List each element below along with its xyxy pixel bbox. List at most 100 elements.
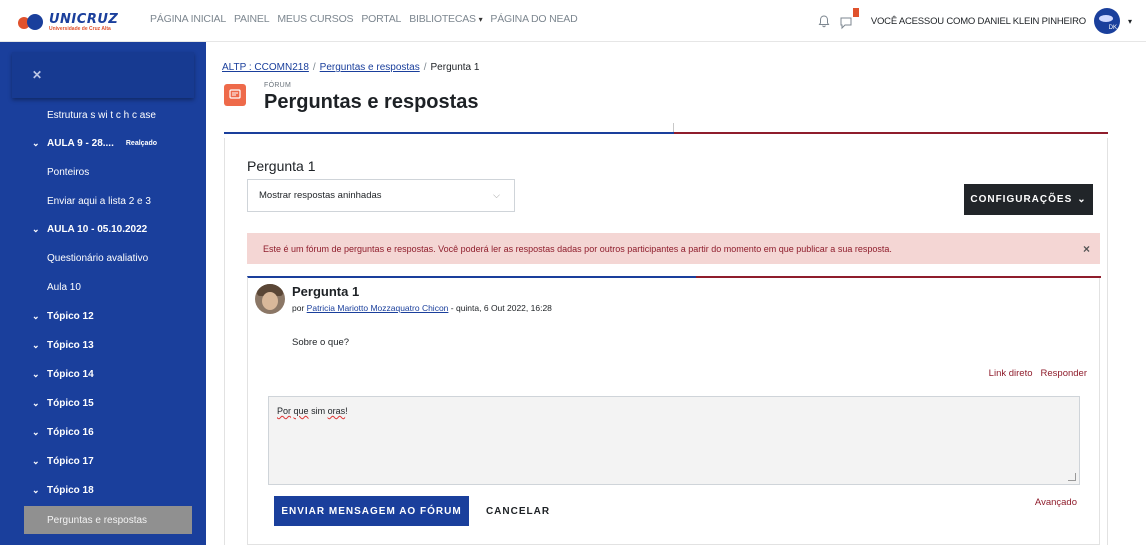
sidebar-section-aula-9[interactable]: ⌄ AULA 9 - 28.... Realçado: [0, 129, 206, 157]
author-link[interactable]: Patricia Mariotto Mozzaquatro Chicon: [307, 303, 449, 313]
dismiss-alert-icon[interactable]: ×: [1083, 242, 1090, 256]
chevron-down-icon: ⌄: [32, 426, 40, 437]
qanda-info-alert: Este é um fórum de perguntas e respostas…: [247, 233, 1100, 264]
sidebar-item-label: Ponteiros: [47, 166, 90, 178]
reply-word-1: Por: [277, 406, 292, 416]
settings-button[interactable]: CONFIGURAÇÕES ⌄: [964, 184, 1093, 215]
breadcrumb: ALTP : CCOMN218/Perguntas e respostas / Pe…: [222, 62, 480, 73]
cancel-label: CANCELAR: [485, 505, 551, 517]
sidebar-item-enviar-lista[interactable]: Enviar aqui a lista 2 e 3: [0, 187, 206, 215]
display-mode-value: Mostrar respostas aninhadas: [259, 190, 382, 201]
activity-type-label: FÓRUM: [264, 82, 292, 89]
sidebar-item-ponteiros[interactable]: Ponteiros: [0, 158, 206, 186]
sidebar-section-aula-10[interactable]: ⌄ AULA 10 - 05.10.2022: [0, 215, 206, 243]
permalink-link[interactable]: Link direto: [989, 368, 1033, 379]
settings-button-label: CONFIGURAÇÕES: [970, 194, 1073, 205]
nav-painel[interactable]: PAINEL: [234, 13, 270, 25]
logo-name: UNICRUZ: [49, 11, 119, 27]
chevron-down-icon: ▾: [478, 15, 483, 24]
post-actions: Link direto Responder: [989, 368, 1087, 379]
sidebar-item-aula-10[interactable]: Aula 10: [0, 273, 206, 301]
post-to-forum-button[interactable]: ENVIAR MENSAGEM AO FÓRUM: [274, 496, 469, 526]
breadcrumb-course-link[interactable]: ALTP : CCOMN218: [222, 62, 309, 73]
highlighted-tag: Realçado: [125, 139, 157, 147]
sidebar-item-label: Tópico 18: [47, 484, 94, 496]
author-avatar[interactable]: [255, 284, 285, 314]
sidebar-section-topico-17[interactable]: ⌄ Tópico 17: [0, 447, 206, 475]
post-byline: por Patricia Mariotto Mozzaquatro Chicon…: [292, 303, 552, 313]
discussion-title: Pergunta 1: [247, 158, 316, 174]
sidebar-item-label: AULA 9 - 28....: [47, 137, 114, 149]
chevron-down-icon: ⌄: [32, 223, 40, 234]
close-drawer-icon[interactable]: ✕: [32, 68, 42, 82]
reply-textarea[interactable]: Por que sim oras!: [268, 396, 1080, 485]
forum-post: Pergunta 1 por Patricia Mariotto Mozzaqu…: [247, 276, 1101, 545]
nav-bibliotecas[interactable]: BIBLIOTECAS ▾: [409, 13, 482, 25]
chevron-down-icon: ⌄: [32, 310, 40, 321]
logo-mark: [18, 12, 46, 32]
nav-pagina-do-nead[interactable]: PÁGINA DO NEAD: [490, 13, 577, 25]
page-title: Perguntas e respostas: [264, 91, 479, 113]
chevron-down-icon: ⌵: [493, 190, 500, 200]
sidebar-item-label: Aula 10: [47, 281, 81, 293]
nav-pagina-inicial[interactable]: PÁGINA INICIAL: [150, 13, 226, 25]
post-subject: Pergunta 1: [292, 284, 360, 299]
sidebar-item-label: Perguntas e respostas: [47, 514, 148, 526]
tab-underline-accent: [674, 132, 1108, 134]
post-date: quinta, 6 Out 2022, 16:28: [455, 303, 552, 313]
sidebar-item-label: Tópico 12: [47, 310, 94, 322]
cancel-button[interactable]: CANCELAR: [480, 496, 556, 526]
reply-word-2: que: [293, 406, 309, 416]
sidebar-item-label: Questionário avaliativo: [47, 252, 149, 264]
chevron-down-icon: ⌄: [32, 339, 40, 350]
top-navbar: UNICRUZ Universidade de Cruz Alta PÁGINA…: [0, 0, 1146, 42]
reply-punct: !: [345, 406, 348, 416]
display-mode-select[interactable]: Mostrar respostas aninhadas ⌵: [247, 179, 515, 212]
main-region: ALTP : CCOMN218/Perguntas e respostas / Pe…: [206, 42, 1146, 545]
resize-handle[interactable]: [1068, 473, 1076, 481]
breadcrumb-current: Pergunta 1: [430, 62, 480, 73]
user-avatar[interactable]: DK: [1093, 8, 1120, 34]
sidebar-section-topico-12[interactable]: ⌄ Tópico 12: [0, 302, 206, 330]
advanced-link[interactable]: Avançado: [1035, 497, 1077, 508]
chevron-down-icon[interactable]: ▾: [1128, 17, 1132, 26]
sidebar-section-topico-15[interactable]: ⌄ Tópico 15: [0, 389, 206, 417]
course-index-drawer: ✕ Estrutura s wi t c h c ase ⌄ AULA 9 - 2…: [0, 42, 206, 545]
breadcrumb-forum-link[interactable]: Perguntas e respostas: [320, 62, 420, 73]
sidebar-section-topico-18[interactable]: ⌄ Tópico 18: [0, 476, 206, 504]
chevron-down-icon: ⌄: [32, 368, 40, 379]
logged-in-user[interactable]: VOCÊ ACESSOU COMO DANIEL KLEIN PINHEIRO: [871, 16, 1086, 27]
discussion-content: Pergunta 1 Mostrar respostas aninhadas ⌵…: [224, 138, 1108, 545]
sidebar-item-estrutura-switch-case[interactable]: Estrutura s wi t c h c ase: [0, 101, 206, 129]
logo-subtitle: Universidade de Cruz Alta: [49, 25, 111, 32]
alert-text: Este é um fórum de perguntas e respostas…: [263, 243, 892, 254]
post-accent-rule: [696, 276, 1101, 278]
reply-link[interactable]: Responder: [1041, 368, 1087, 379]
message-count-badge: [852, 8, 859, 17]
sidebar-item-label: Tópico 15: [47, 397, 94, 409]
avatar-initials: DK: [1108, 25, 1117, 31]
reply-word-4: oras: [327, 406, 346, 416]
post-to-forum-label: ENVIAR MENSAGEM AO FÓRUM: [281, 505, 462, 517]
nav-meus-cursos[interactable]: MEUS CURSOS: [277, 13, 353, 25]
reply-word-3: sim: [311, 406, 326, 416]
chevron-down-icon: ⌄: [1077, 194, 1087, 205]
byline-prefix: por: [292, 303, 305, 313]
sidebar-section-topico-16[interactable]: ⌄ Tópico 16: [0, 418, 206, 446]
sidebar-section-topico-14[interactable]: ⌄ Tópico 14: [0, 360, 206, 388]
unicruz-logo[interactable]: UNICRUZ Universidade de Cruz Alta: [18, 9, 138, 35]
chevron-down-icon: ⌄: [32, 455, 40, 466]
sidebar-item-perguntas-e-respostas[interactable]: Perguntas e respostas: [24, 506, 192, 534]
primary-nav: PÁGINA INICIAL PAINEL MEUS CURSOS PORTAL…: [150, 13, 578, 25]
messages-icon[interactable]: [839, 8, 859, 30]
nav-bibliotecas-label: BIBLIOTECAS: [409, 13, 476, 25]
bell-icon[interactable]: [817, 14, 831, 28]
nav-portal[interactable]: PORTAL: [361, 13, 401, 25]
sidebar-section-topico-13[interactable]: ⌄ Tópico 13: [0, 331, 206, 359]
chevron-down-icon: ⌄: [32, 397, 40, 408]
chevron-down-icon: ⌄: [32, 137, 40, 148]
tab-underline-primary: [224, 132, 674, 134]
sidebar-item-label: Tópico 14: [47, 368, 94, 380]
sidebar-item-questionario[interactable]: Questionário avaliativo: [0, 244, 206, 272]
user-area: VOCÊ ACESSOU COMO DANIEL KLEIN PINHEIRO …: [817, 8, 1132, 34]
